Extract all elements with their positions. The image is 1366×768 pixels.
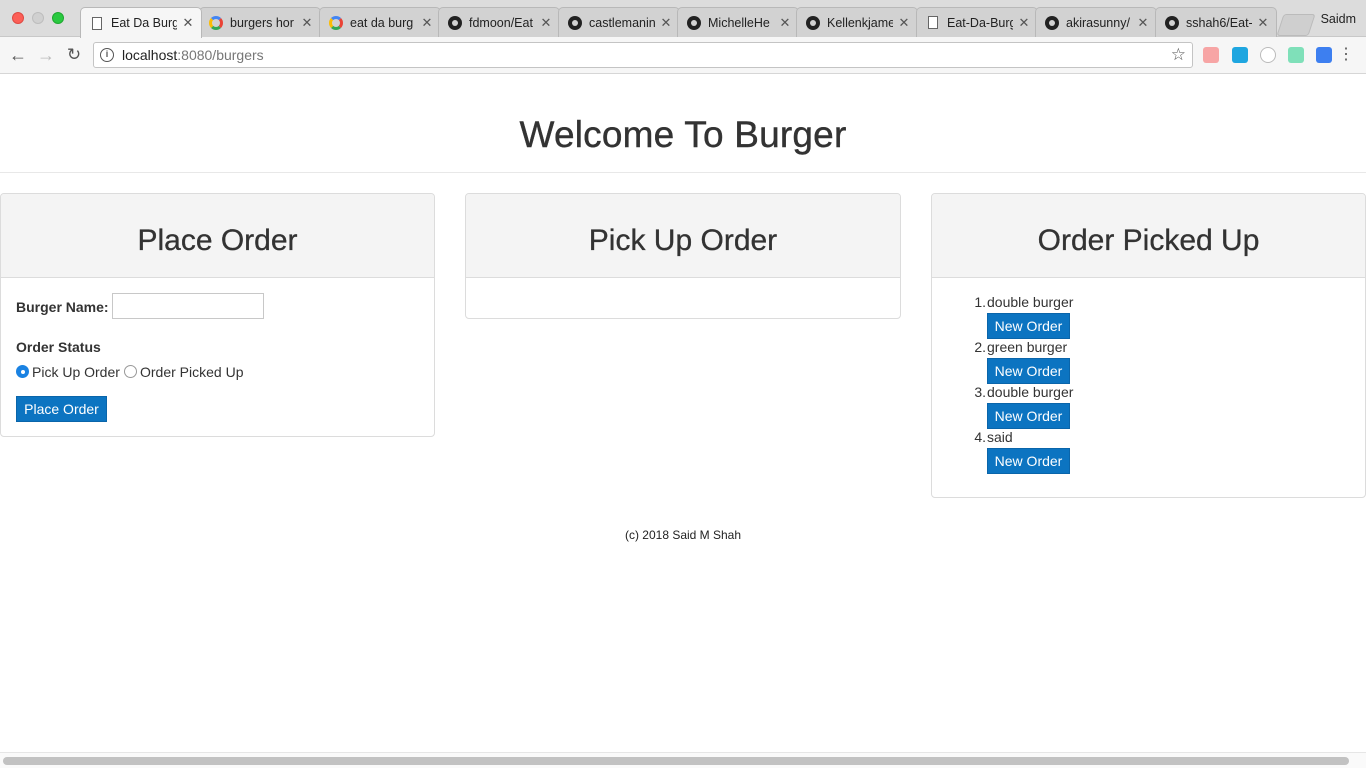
burger-name-input[interactable] (112, 293, 264, 319)
browser-tab[interactable]: burgers hor ✕ (199, 7, 321, 37)
reload-icon[interactable]: ↻ (64, 45, 84, 65)
order-picked-up-radio-label[interactable]: Order Picked Up (140, 364, 243, 380)
list-item: 3. double burger New Order (932, 368, 1365, 429)
tab-close-icon[interactable]: ✕ (1017, 15, 1031, 31)
pick-up-order-radio-label[interactable]: Pick Up Order (32, 364, 120, 380)
browser-tab[interactable]: Eat Da Burg ✕ (80, 7, 202, 38)
order-status-label: Order Status (16, 339, 101, 355)
list-item-number: 4. (974, 429, 986, 445)
browser-tab-strip: Eat Da Burg ✕ burgers hor ✕ eat da burg ✕ fdmo… (0, 0, 1366, 38)
google-icon (328, 15, 344, 31)
tab-close-icon[interactable]: ✕ (897, 15, 911, 31)
extension-icon[interactable] (1288, 47, 1304, 63)
browser-tab[interactable]: fdmoon/Eat ✕ (438, 7, 560, 37)
tab-close-icon[interactable]: ✕ (300, 15, 314, 31)
new-order-button[interactable]: New Order (987, 448, 1070, 474)
browser-tab[interactable]: akirasunny/ ✕ (1035, 7, 1157, 37)
new-tab-button[interactable] (1276, 14, 1316, 36)
browser-tab[interactable]: Eat-Da-Burg ✕ (916, 7, 1038, 37)
translate-icon[interactable] (1316, 47, 1332, 63)
panel-heading: Pick Up Order (466, 194, 900, 278)
tab-close-icon[interactable]: ✕ (1136, 15, 1150, 31)
doc-icon (89, 15, 105, 31)
tab-title: Eat-Da-Burg (947, 15, 1013, 30)
tab-close-icon[interactable]: ✕ (420, 15, 434, 31)
burger-name: said (987, 429, 1013, 445)
jumbotron: Welcome To Burger (0, 75, 1366, 173)
scrollbar-thumb[interactable] (3, 757, 1349, 765)
place-order-button[interactable]: Place Order (16, 396, 107, 422)
url-host: localhost (122, 47, 178, 63)
order-picked-up-radio[interactable] (124, 365, 137, 378)
panel-heading: Order Picked Up (932, 194, 1365, 278)
browser-tab[interactable]: Kellenkjame ✕ (796, 7, 918, 37)
horizontal-scrollbar[interactable] (0, 752, 1366, 768)
tab-close-icon[interactable]: ✕ (1256, 15, 1270, 31)
tab-title: castlemanin (589, 15, 655, 30)
more-menu-icon[interactable]: ⋮ (1338, 45, 1354, 65)
close-window-button[interactable] (12, 12, 24, 24)
browser-tab[interactable]: MichelleHe ✕ (677, 7, 799, 37)
github-icon (805, 15, 821, 31)
burger-name: green burger (987, 339, 1068, 355)
list-item-number: 3. (974, 384, 986, 400)
pick-up-order-panel: Pick Up Order (465, 193, 901, 319)
github-icon (1164, 15, 1180, 31)
list-item-number: 2. (974, 339, 986, 355)
footer-copyright: (c) 2018 Said M Shah (624, 528, 742, 542)
panel-heading: Place Order (1, 194, 434, 278)
github-icon (686, 15, 702, 31)
extension-icon[interactable] (1260, 47, 1276, 63)
forward-arrow-icon[interactable]: → (36, 45, 56, 65)
github-icon (1044, 15, 1060, 31)
tab-close-icon[interactable]: ✕ (181, 15, 195, 31)
tab-title: akirasunny/ (1066, 15, 1130, 30)
place-order-heading: Place Order (137, 224, 298, 257)
browser-toolbar: ← → ↻ i localhost:8080/burgers ☆ ⋮ (0, 37, 1366, 74)
back-arrow-icon[interactable]: ← (8, 45, 28, 65)
tab-close-icon[interactable]: ✕ (778, 15, 792, 31)
extension-icon[interactable] (1232, 47, 1248, 63)
list-item: 4. said New Order (932, 413, 1365, 474)
list-item-number: 1. (974, 294, 986, 310)
burger-name: double burger (987, 294, 1074, 310)
profile-name[interactable]: Saidm (1321, 12, 1356, 26)
tab-title: Eat Da Burg (111, 16, 177, 30)
tab-title: burgers hor (230, 15, 294, 30)
list-item: 1. double burger New Order (932, 278, 1365, 339)
browser-tab[interactable]: eat da burg ✕ (319, 7, 441, 37)
github-icon (447, 15, 463, 31)
browser-tab[interactable]: sshah6/Eat- ✕ (1155, 7, 1277, 37)
bookmark-star-icon[interactable]: ☆ (1171, 45, 1186, 65)
info-icon[interactable]: i (100, 48, 114, 62)
browser-tab[interactable]: castlemanin ✕ (558, 7, 680, 37)
pick-up-order-radio[interactable] (16, 365, 29, 378)
burger-name-label: Burger Name: (16, 299, 109, 315)
tab-title: MichelleHe (708, 15, 770, 30)
order-picked-up-heading: Order Picked Up (1037, 224, 1260, 257)
page-viewport: Welcome To Burger Place Order Burger Nam… (0, 75, 1366, 752)
address-bar[interactable]: i localhost:8080/burgers ☆ (93, 42, 1193, 68)
minimize-window-button[interactable] (32, 12, 44, 24)
burger-name: double burger (987, 384, 1074, 400)
place-order-panel: Place Order Burger Name: Order Status Pi… (0, 193, 435, 437)
tab-title: Kellenkjame (827, 15, 893, 30)
extension-icon[interactable] (1203, 47, 1219, 63)
tab-close-icon[interactable]: ✕ (659, 15, 673, 31)
page-title: Welcome To Burger (519, 114, 847, 155)
maximize-window-button[interactable] (52, 12, 64, 24)
tab-title: eat da burg (350, 15, 414, 30)
doc-icon (925, 15, 941, 31)
google-icon (208, 15, 224, 31)
pick-up-order-heading: Pick Up Order (588, 224, 778, 257)
order-picked-up-panel: Order Picked Up 1. double burger New Order… (931, 193, 1366, 498)
tab-title: sshah6/Eat- (1186, 15, 1252, 30)
list-item: 2. green burger New Order (932, 323, 1365, 384)
url-path: :8080/burgers (177, 47, 264, 63)
tab-title: fdmoon/Eat (469, 15, 533, 30)
tab-close-icon[interactable]: ✕ (539, 15, 553, 31)
github-icon (567, 15, 583, 31)
